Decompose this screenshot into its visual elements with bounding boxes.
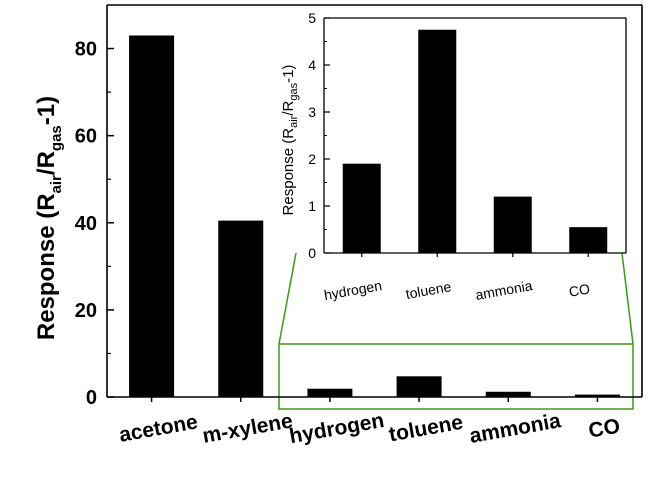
x-tick-label-ammonia: ammonia [468, 409, 563, 448]
x-tick-label-co: CO [587, 415, 622, 443]
x-tick-label-hydrogen: hydrogen [288, 409, 386, 448]
y-tick-label-60: 60 [75, 126, 97, 148]
inset-y-tick-label-4: 4 [308, 57, 316, 73]
y-tick-label-0: 0 [86, 387, 97, 409]
inset-y-tick-label-5: 5 [308, 10, 316, 26]
bar-acetone [129, 35, 175, 397]
inset-y-tick-label-1: 1 [308, 198, 316, 214]
bar-hydrogen [307, 388, 353, 397]
x-tick-label-m-xylene: m-xylene [201, 409, 295, 447]
inset-x-tick-label-toluene: toluene [404, 278, 452, 302]
y-tick-label-40: 40 [75, 213, 97, 235]
bar-m-xylene [218, 220, 264, 397]
main-y-axis-label: Response (Rair/Rgas-1) [33, 96, 65, 340]
zoom-box [278, 343, 634, 410]
inset-chart: hydrogen toluene ammonia CO 0 1 2 3 4 5 Response … [280, 10, 627, 303]
y-tick-label-80: 80 [75, 39, 97, 61]
inset-y-tick-label-0: 0 [308, 245, 316, 261]
bar-toluene [396, 376, 442, 397]
x-tick-label-acetone: acetone [117, 410, 199, 446]
inset-y-tick-label-3: 3 [308, 104, 316, 120]
inset-bar-hydrogen [342, 163, 381, 253]
inset-bar-ammonia [493, 196, 532, 253]
figure: acetone m-xylenehydrogen toluene ammonia CO0… [33, 4, 643, 448]
inset-y-tick-label-2: 2 [308, 151, 316, 167]
y-tick-label-20: 20 [75, 300, 97, 322]
inset-bar-co [569, 227, 608, 253]
x-tick-label-toluene: toluene [387, 411, 465, 447]
inset-x-tick-label-ammonia: ammonia [474, 277, 534, 303]
inset-y-axis-label: Response (Rair/Rgas-1) [280, 65, 300, 216]
inset-x-tick-label-hydrogen: hydrogen [323, 277, 383, 303]
inset-bar-toluene [418, 29, 457, 253]
zoom-connector-right [621, 252, 634, 345]
zoom-connector-left [278, 252, 297, 345]
inset-x-tick-label-co: CO [568, 280, 592, 299]
